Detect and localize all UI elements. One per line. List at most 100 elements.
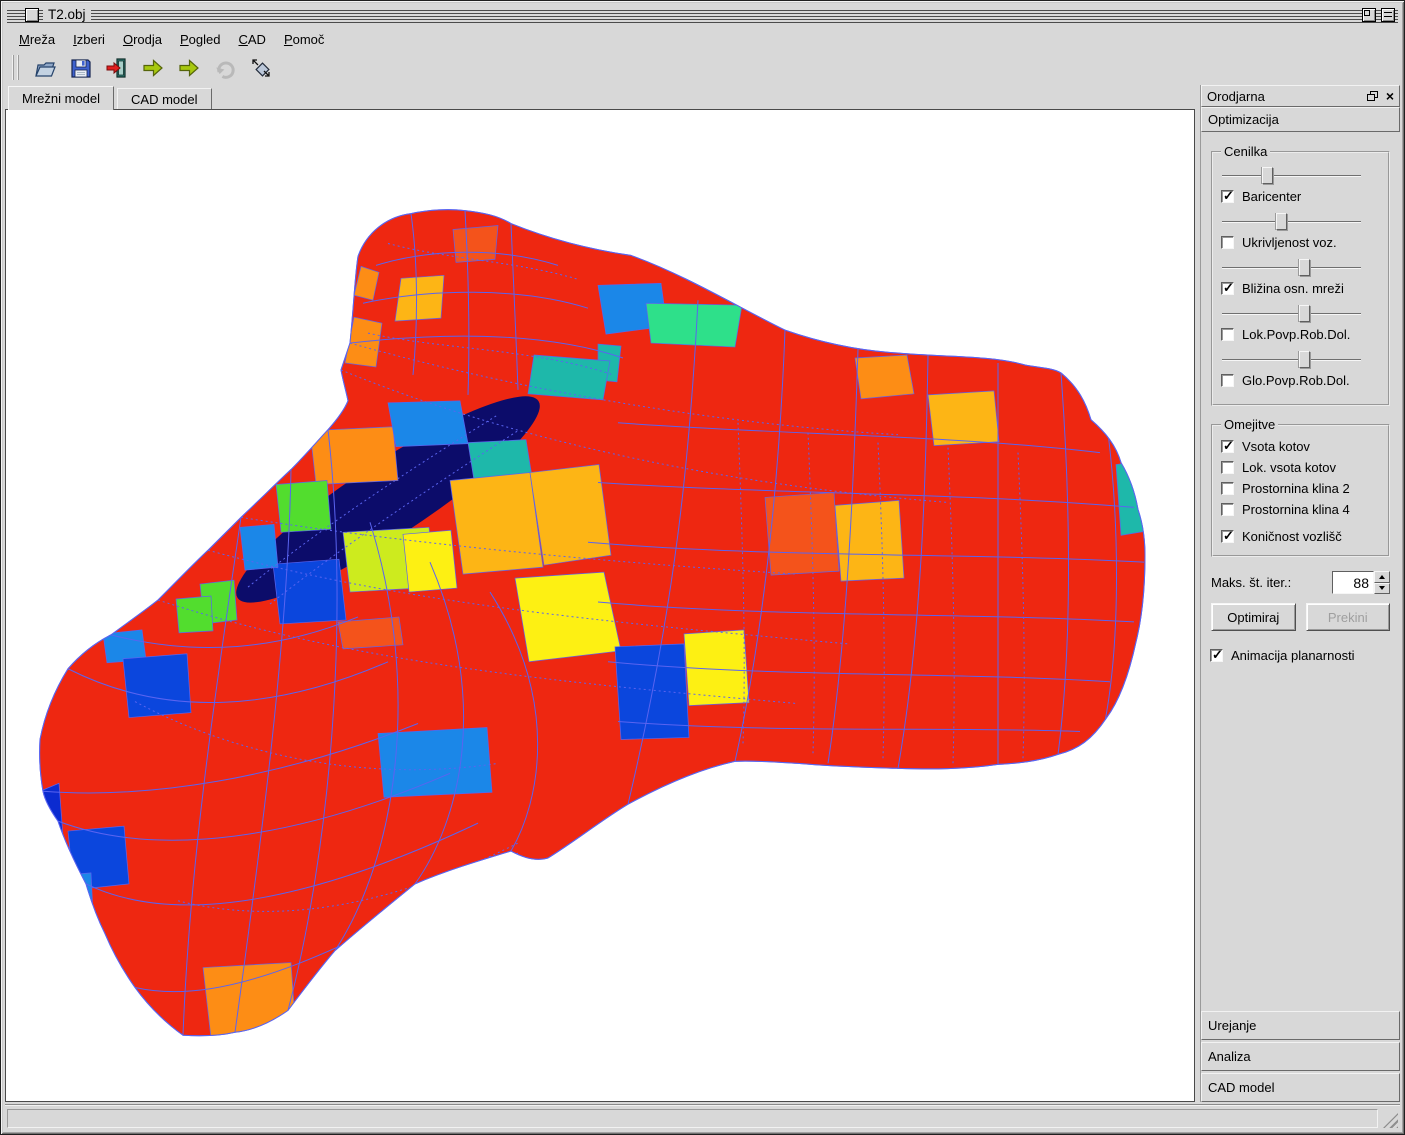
toolbox-section-urejanje[interactable]: Urejanje [1201, 1011, 1400, 1040]
weight-slider-baricenter[interactable] [1222, 167, 1379, 185]
check-icon: ✓ [1223, 188, 1234, 203]
title-bar[interactable]: T2.obj [5, 5, 1400, 26]
max-iterations-row: Maks. št. iter.: 88 [1211, 571, 1390, 594]
rotate-view-icon[interactable] [247, 54, 274, 81]
checkbox-row-animacija-planarnosti: ✓ Animacija planarnosti [1210, 646, 1391, 665]
checkbox-prostornina-klina-4[interactable] [1221, 503, 1234, 516]
green-arrow-icon[interactable] [139, 54, 166, 81]
green-arrow-icon-2[interactable] [175, 54, 202, 81]
checkbox-row-lok-povp-rob-dol: Lok.Povp.Rob.Dol. [1221, 325, 1380, 344]
slider-handle[interactable] [1275, 213, 1287, 230]
checkbox-prostornina-klina-2[interactable] [1221, 482, 1234, 495]
tab-mre-ni-model[interactable]: Mrežni model [8, 86, 115, 110]
stop-button: Prekini [1305, 603, 1390, 631]
save-floppy-icon[interactable] [67, 54, 94, 81]
dock-float-icon[interactable] [1366, 90, 1379, 102]
slider-groove [1222, 267, 1361, 269]
checkbox-koni-nost-vozli[interactable]: ✓ [1221, 528, 1234, 543]
slider-groove [1222, 359, 1361, 361]
slider-groove [1222, 175, 1361, 177]
checkbox-row-bli-ina-osn-mre-i: ✓ Bližina osn. mreži [1221, 279, 1380, 298]
checkbox-baricenter[interactable]: ✓ [1221, 188, 1234, 203]
window-title: T2.obj [43, 7, 91, 22]
checkbox-ukrivljenost-voz[interactable] [1221, 236, 1234, 249]
slider-handle[interactable] [1298, 305, 1310, 322]
checkbox-label: Koničnost vozlišč [1242, 529, 1342, 544]
viewport-3d[interactable] [5, 109, 1195, 1102]
max-iterations-spinbox[interactable]: 88 [1332, 571, 1390, 594]
folder-open-icon[interactable] [31, 54, 58, 81]
slider-handle[interactable] [1298, 351, 1310, 368]
checkbox-label: Lok.Povp.Rob.Dol. [1242, 327, 1351, 342]
work-area: Mrežni model CAD model Orodjarna × Optimi… [5, 85, 1400, 1102]
checkbox-vsota-kotov[interactable]: ✓ [1221, 438, 1234, 453]
slider-handle[interactable] [1298, 259, 1310, 276]
toolbox-top: Optimizacija [1201, 107, 1400, 132]
toolbox-section-optimizacija[interactable]: Optimizacija [1201, 107, 1400, 132]
weight-slider-lok-povp-rob-dol[interactable] [1222, 305, 1379, 323]
model-pane: Mrežni model CAD model [5, 85, 1195, 1102]
dock-title: Orodjarna [1207, 88, 1265, 104]
menu-izberi[interactable]: Izberi [64, 30, 114, 49]
exit-door-icon[interactable] [103, 54, 130, 81]
checkbox-row-ukrivljenost-voz: Ukrivljenost voz. [1221, 233, 1380, 252]
dock-title-bar[interactable]: Orodjarna × [1201, 85, 1400, 107]
checkbox-label: Baricenter [1242, 189, 1302, 204]
spin-down-button[interactable] [1374, 582, 1390, 594]
checkbox-bli-ina-osn-mre-i[interactable]: ✓ [1221, 280, 1234, 295]
tool-dock: Orodjarna × Optimizacija Cenilka ✓ Barice… [1200, 85, 1400, 1102]
checkbox-row-glo-povp-rob-dol: Glo.Povp.Rob.Dol. [1221, 371, 1380, 390]
checkbox-label: Bližina osn. mreži [1242, 281, 1344, 296]
optimize-button[interactable]: Optimiraj [1211, 603, 1296, 631]
spin-up-button[interactable] [1374, 571, 1390, 583]
menu-mre-a[interactable]: Mreža [10, 30, 64, 49]
checkbox-row-baricenter: ✓ Baricenter [1221, 187, 1380, 206]
action-buttons: Optimiraj Prekini [1211, 603, 1390, 631]
menu-orodja[interactable]: Orodja [114, 30, 171, 49]
redo-gray-icon[interactable] [211, 54, 238, 81]
menu-cad[interactable]: CAD [229, 30, 274, 49]
group-omejitve: Omejitve ✓ Vsota kotov Lok. vsota kotov Pro… [1211, 417, 1390, 557]
checkbox-lok-vsota-kotov[interactable] [1221, 461, 1234, 474]
triangle-down-icon [1379, 586, 1385, 591]
status-message-area [7, 1109, 1378, 1128]
window-maximize-button[interactable] [1362, 8, 1376, 22]
check-icon: ✓ [1223, 280, 1234, 295]
checkbox-animacija-planarnosti[interactable]: ✓ [1210, 647, 1223, 662]
tab-bar: Mrežni model CAD model [5, 85, 1195, 110]
toolbox-bottom: Urejanje Analiza CAD model [1201, 1009, 1400, 1102]
window-menu-box[interactable] [25, 8, 39, 22]
toolbox-section-analiza[interactable]: Analiza [1201, 1042, 1400, 1071]
max-iterations-value[interactable]: 88 [1332, 571, 1374, 594]
checkbox-label: Prostornina klina 4 [1242, 502, 1350, 517]
checkbox-row-prostornina-klina-2: Prostornina klina 2 [1221, 479, 1380, 498]
toolbar [5, 50, 1400, 85]
menu-bar: Mreža Izberi Orodja Pogled CAD Pomoč [5, 28, 1400, 50]
status-bar [5, 1104, 1400, 1130]
checkbox-label: Prostornina klina 2 [1242, 481, 1350, 496]
group-cenilka: Cenilka ✓ Baricenter Ukrivljenost voz. ✓ Bli… [1211, 144, 1390, 406]
slider-groove [1222, 313, 1361, 315]
weight-slider-bli-ina-osn-mre-i[interactable] [1222, 259, 1379, 277]
checkbox-label: Ukrivljenost voz. [1242, 235, 1337, 250]
checkbox-row-koni-nost-vozli: ✓ Koničnost vozlišč [1221, 527, 1380, 546]
checkbox-label: Vsota kotov [1242, 439, 1310, 454]
dock-close-icon[interactable]: × [1386, 89, 1394, 103]
window-shade-button[interactable] [1381, 8, 1395, 22]
menu-pogled[interactable]: Pogled [171, 30, 229, 49]
toolbar-handle[interactable] [12, 55, 19, 80]
slider-handle[interactable] [1261, 167, 1273, 184]
check-icon: ✓ [1212, 647, 1223, 662]
resize-grip[interactable] [1383, 1113, 1398, 1128]
slider-groove [1222, 221, 1361, 223]
triangle-up-icon [1379, 574, 1385, 579]
menu-pomo[interactable]: Pomoč [275, 30, 333, 49]
tab-cad-model[interactable]: CAD model [117, 88, 212, 109]
checkbox-lok-povp-rob-dol[interactable] [1221, 328, 1234, 341]
toolbox-section-cad-model[interactable]: CAD model [1201, 1073, 1400, 1102]
weight-slider-glo-povp-rob-dol[interactable] [1222, 351, 1379, 369]
checkbox-label: Animacija planarnosti [1231, 648, 1355, 663]
weight-slider-ukrivljenost-voz[interactable] [1222, 213, 1379, 231]
titlebar-stripes [7, 8, 1398, 23]
checkbox-glo-povp-rob-dol[interactable] [1221, 374, 1234, 387]
